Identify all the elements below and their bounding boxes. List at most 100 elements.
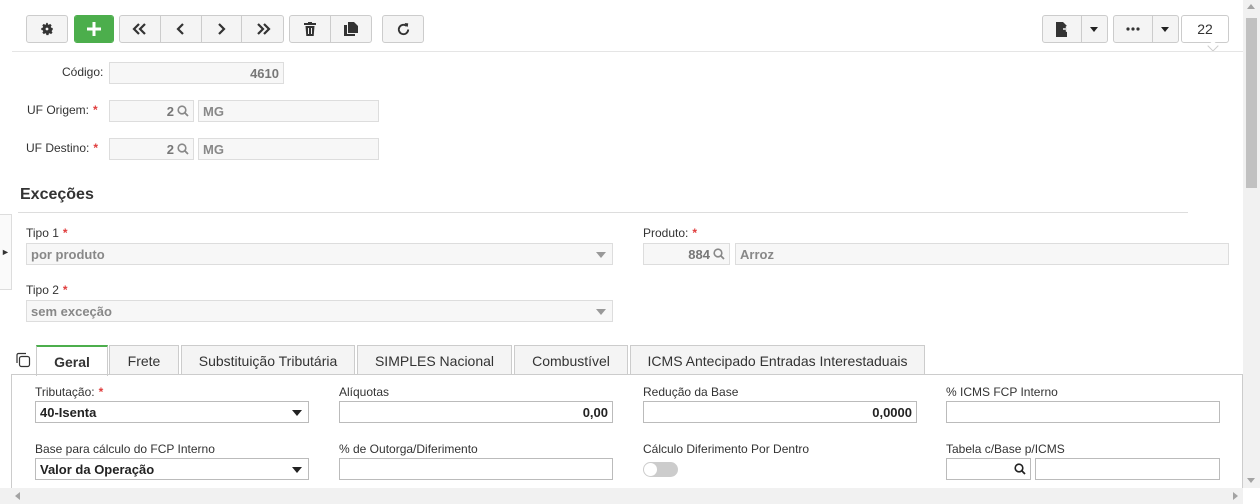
required-mark: * (62, 283, 68, 297)
aliquotas-input[interactable]: 0,00 (339, 401, 613, 423)
base-fcp-label: Base para cálculo do FCP Interno (35, 442, 215, 456)
next-record-button[interactable] (202, 16, 243, 42)
required-mark: * (98, 385, 104, 399)
add-button[interactable] (75, 16, 113, 42)
fcp-interno-input[interactable] (946, 401, 1220, 423)
uf-destino-code-field[interactable]: 2 (109, 138, 194, 160)
uf-destino-code: 2 (166, 141, 174, 157)
tab-combustivel[interactable]: Combustível (514, 345, 628, 375)
tabela-code-field[interactable] (946, 458, 1031, 480)
codigo-field[interactable]: 4610 (109, 62, 284, 84)
first-record-button[interactable] (120, 16, 161, 42)
refresh-icon (397, 22, 409, 35)
chevron-down-icon (1161, 26, 1170, 32)
required-mark: * (692, 226, 698, 240)
tipo2-select[interactable]: sem exceção (26, 300, 613, 322)
chevron-down-icon (596, 252, 606, 258)
gear-icon (41, 22, 53, 36)
add-group (74, 15, 114, 43)
calc-dif-label: Cálculo Diferimento Por Dentro (643, 442, 810, 456)
scroll-up-icon[interactable] (1247, 4, 1255, 9)
chevron-down-icon (292, 467, 302, 473)
required-mark: * (62, 226, 68, 240)
more-icon (1126, 27, 1140, 31)
refresh-button[interactable] (383, 16, 423, 42)
produto-label: Produto: (643, 226, 689, 240)
next-icon (218, 23, 226, 35)
tabela-label: Tabela c/Base p/ICMS (946, 442, 1065, 456)
scroll-down-icon[interactable] (1247, 478, 1255, 483)
base-fcp-value: Valor da Operação (40, 461, 155, 477)
produto-code-field[interactable]: 884 (643, 243, 730, 265)
tab-icms-antecipado[interactable]: ICMS Antecipado Entradas Interestaduais (630, 345, 925, 375)
base-fcp-select[interactable]: Valor da Operação (35, 458, 309, 480)
export-dropdown-button[interactable] (1082, 16, 1107, 42)
tipo2-label: Tipo 2 (26, 283, 59, 297)
tabela-name-field[interactable] (1035, 458, 1220, 480)
navigation-group (119, 15, 284, 43)
produto-code: 884 (688, 246, 710, 262)
required-mark: * (93, 141, 99, 155)
uf-origem-label: UF Origem: (27, 103, 90, 117)
copy-icon (343, 22, 358, 36)
uf-origem-code-field[interactable]: 2 (109, 100, 194, 122)
uf-origem-label-wrap: UF Origem: * (27, 103, 98, 117)
search-icon[interactable] (713, 248, 725, 260)
scroll-right-icon[interactable] (1233, 492, 1238, 500)
tipo1-label-wrap: Tipo 1 * (26, 226, 68, 240)
tipo1-select[interactable]: por produto (26, 243, 613, 265)
tab-frete[interactable]: Frete (109, 345, 179, 375)
tipo1-value: por produto (31, 246, 105, 262)
fcp-interno-label: % ICMS FCP Interno (946, 385, 1058, 399)
export-file-icon (1055, 21, 1069, 37)
search-icon[interactable] (177, 105, 189, 117)
calc-dif-toggle[interactable] (643, 462, 678, 477)
horizontal-scrollbar[interactable] (0, 488, 1243, 504)
tipo2-label-wrap: Tipo 2 * (26, 283, 68, 297)
copy-button[interactable] (331, 16, 372, 42)
tipo1-label: Tipo 1 (26, 226, 59, 240)
outorga-label: % de Outorga/Diferimento (339, 442, 478, 456)
trash-icon (303, 22, 316, 36)
uf-origem-name-field[interactable]: MG (198, 100, 379, 122)
tab-geral[interactable]: Geral (36, 345, 108, 376)
copy-tabs-icon[interactable] (15, 352, 31, 368)
tributacao-value: 40-Isenta (40, 404, 97, 420)
last-record-button[interactable] (242, 16, 283, 42)
scroll-left-icon[interactable] (15, 492, 20, 500)
more-dropdown-button[interactable] (1153, 16, 1178, 42)
search-icon[interactable] (1014, 463, 1026, 475)
delete-button[interactable] (290, 16, 331, 42)
uf-destino-name-field[interactable]: MG (198, 138, 379, 160)
search-icon[interactable] (177, 143, 189, 155)
chevron-down-icon (1090, 26, 1099, 32)
required-mark: * (93, 103, 98, 117)
tab-substituicao-tributaria[interactable]: Substituição Tributária (181, 345, 355, 375)
reducao-label: Redução da Base (643, 385, 739, 399)
export-button[interactable] (1043, 16, 1082, 42)
uf-destino-label-wrap: UF Destino: * (26, 141, 98, 155)
toggle-knob (644, 463, 657, 476)
produto-name-field[interactable]: Arroz (735, 243, 1229, 265)
section-divider (18, 212, 1188, 213)
tributacao-select[interactable]: 40-Isenta (35, 401, 309, 423)
aliquotas-label: Alíquotas (339, 385, 390, 399)
settings-group (26, 15, 68, 43)
side-panel-toggle[interactable]: ► (0, 214, 12, 290)
settings-button[interactable] (27, 16, 67, 42)
codigo-label: Código: (62, 65, 104, 79)
last-icon (256, 23, 271, 35)
uf-destino-label: UF Destino: (26, 141, 90, 155)
tab-simples-nacional[interactable]: SIMPLES Nacional (357, 345, 512, 375)
prev-icon (176, 23, 184, 35)
caret-right-icon: ► (1, 247, 10, 257)
outorga-input[interactable] (339, 458, 613, 480)
more-button[interactable] (1114, 16, 1153, 42)
toolbar-divider (12, 51, 1244, 52)
previous-record-button[interactable] (161, 16, 202, 42)
record-count: 22 (1181, 15, 1229, 43)
edit-group (289, 15, 372, 43)
uf-origem-code: 2 (166, 103, 174, 119)
reducao-input[interactable]: 0,0000 (643, 401, 917, 423)
vertical-scroll-thumb[interactable] (1246, 18, 1257, 188)
